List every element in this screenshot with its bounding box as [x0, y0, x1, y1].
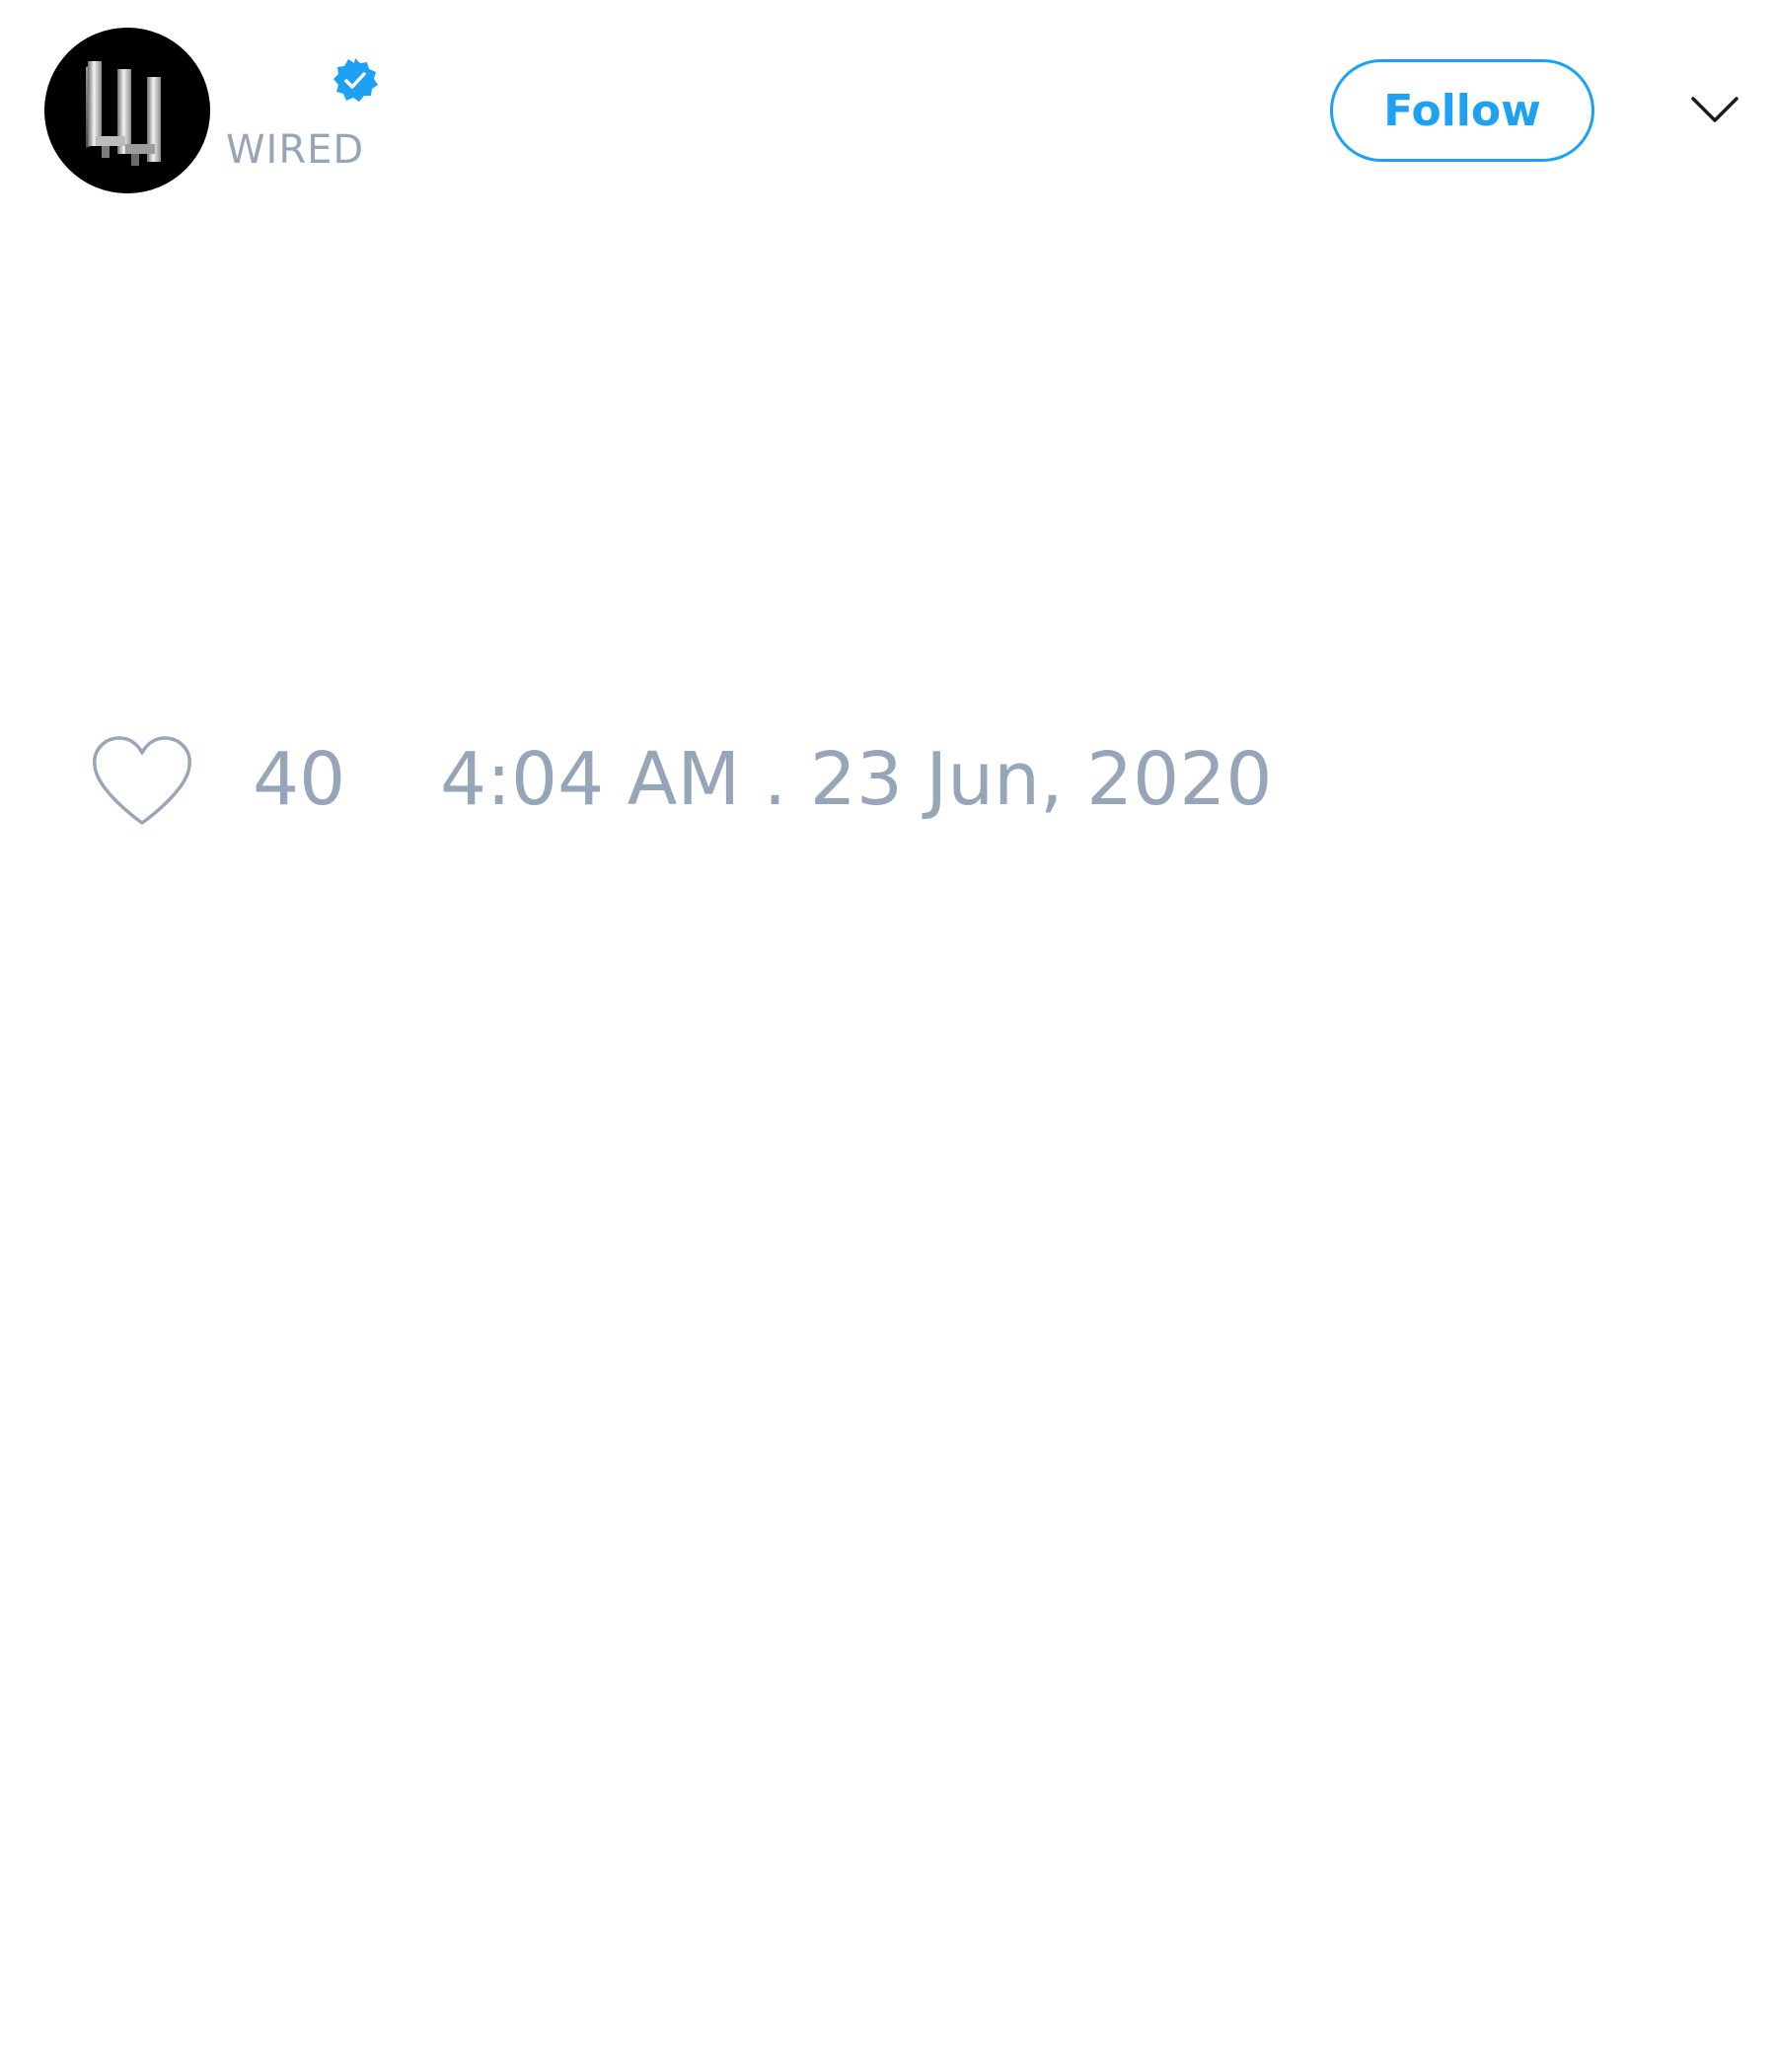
tweet-card: WIRED Follow 40 4:04 AM . 23 Jun, 2020 — [0, 0, 1776, 2072]
tweet-actions-row: 40 4:04 AM . 23 Jun, 2020 — [0, 720, 1776, 839]
like-count: 40 — [253, 737, 346, 822]
author-handle[interactable]: WIRED — [226, 126, 364, 174]
verified-badge-icon — [332, 56, 379, 104]
heart-outline-icon — [93, 736, 191, 825]
chevron-down-icon — [1691, 97, 1739, 122]
wired-logo-icon — [44, 28, 210, 193]
follow-button[interactable]: Follow — [1330, 59, 1594, 162]
like-button[interactable] — [89, 734, 195, 829]
more-options-button[interactable] — [1689, 89, 1740, 128]
tweet-timestamp[interactable]: 4:04 AM . 23 Jun, 2020 — [440, 740, 1272, 819]
avatar[interactable] — [44, 28, 210, 193]
